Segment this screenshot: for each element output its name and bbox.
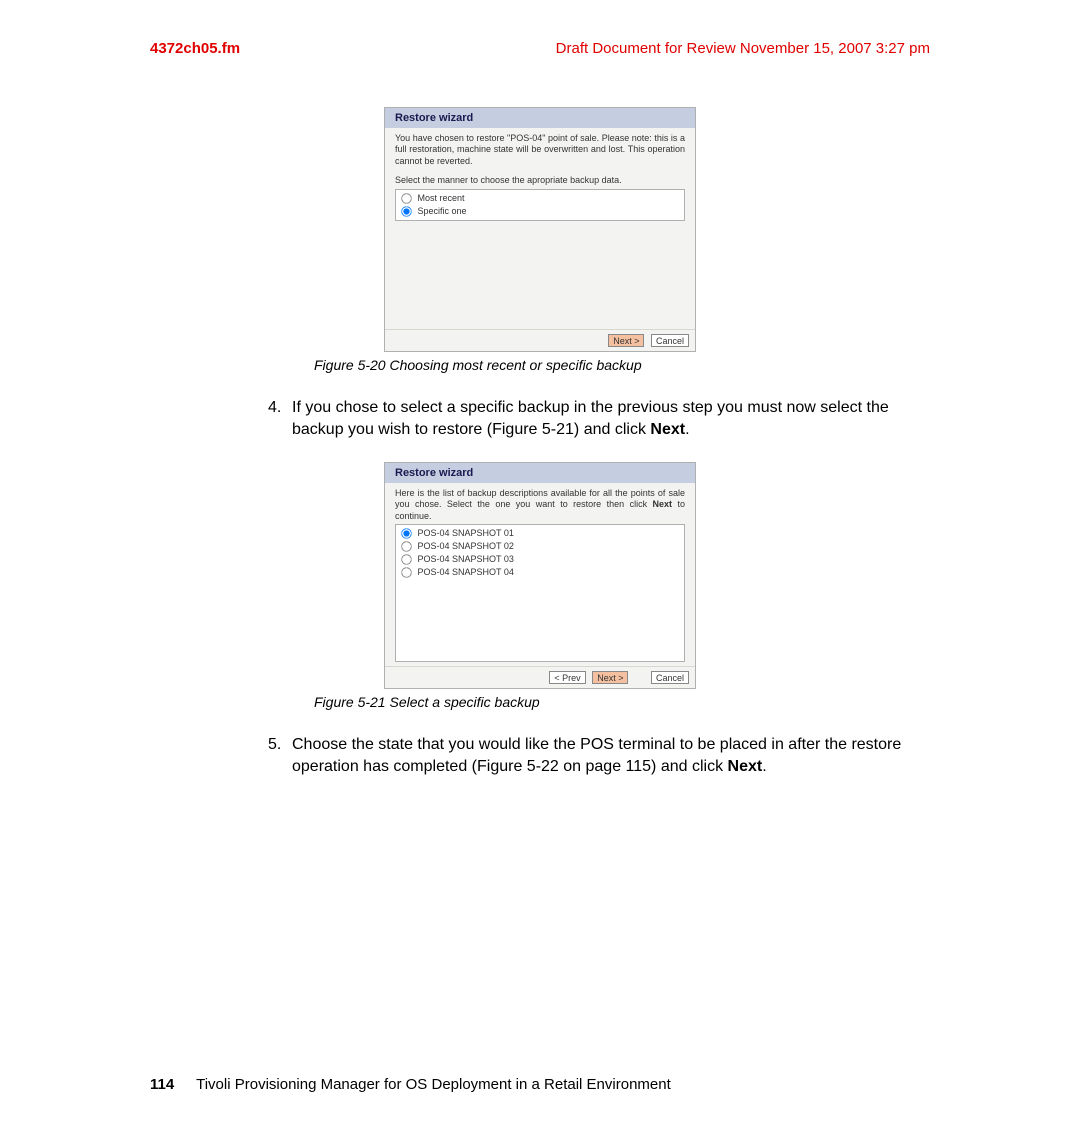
restore-wizard-figure-5-20: Restore wizard You have chosen to restor… bbox=[384, 107, 696, 352]
radio-snapshot-01[interactable] bbox=[401, 528, 411, 538]
snapshot-item[interactable]: POS-04 SNAPSHOT 01 bbox=[400, 527, 680, 540]
step-number: 4. bbox=[268, 397, 292, 440]
snapshot-label: POS-04 SNAPSHOT 02 bbox=[418, 541, 514, 551]
wizard-body: You have chosen to restore "POS-04" poin… bbox=[385, 128, 695, 329]
document-page: 4372ch05.fm Draft Document for Review No… bbox=[0, 0, 1080, 1143]
snapshot-label: POS-04 SNAPSHOT 04 bbox=[418, 567, 514, 577]
step-5: 5. Choose the state that you would like … bbox=[268, 734, 930, 777]
wizard-title: Restore wizard bbox=[385, 463, 695, 483]
radio-label: Specific one bbox=[418, 206, 467, 216]
header-draft-notice: Draft Document for Review November 15, 2… bbox=[556, 40, 930, 57]
radio-snapshot-03[interactable] bbox=[401, 554, 411, 564]
radio-most-recent[interactable]: Most recent bbox=[400, 192, 680, 205]
page-footer: 114 Tivoli Provisioning Manager for OS D… bbox=[150, 1076, 930, 1093]
radio-snapshot-04[interactable] bbox=[401, 567, 411, 577]
snapshot-item[interactable]: POS-04 SNAPSHOT 03 bbox=[400, 553, 680, 566]
wizard-paragraph-2: Select the manner to choose the apropria… bbox=[395, 175, 685, 186]
page-number: 114 bbox=[150, 1076, 174, 1093]
page-header: 4372ch05.fm Draft Document for Review No… bbox=[150, 40, 930, 57]
step-text: Choose the state that you would like the… bbox=[292, 734, 930, 777]
wizard-body: Here is the list of backup descriptions … bbox=[385, 483, 695, 666]
wizard-paragraph-1: You have chosen to restore "POS-04" poin… bbox=[395, 133, 685, 167]
snapshot-label: POS-04 SNAPSHOT 03 bbox=[418, 554, 514, 564]
restore-wizard-figure-5-21: Restore wizard Here is the list of backu… bbox=[384, 462, 696, 689]
cancel-button[interactable]: Cancel bbox=[651, 334, 689, 347]
radio-specific-one[interactable]: Specific one bbox=[400, 205, 680, 218]
snapshot-label: POS-04 SNAPSHOT 01 bbox=[418, 528, 514, 538]
radio-input-most-recent[interactable] bbox=[401, 193, 411, 203]
radio-snapshot-02[interactable] bbox=[401, 541, 411, 551]
step-text: If you chose to select a specific backup… bbox=[292, 397, 930, 440]
book-title: Tivoli Provisioning Manager for OS Deplo… bbox=[196, 1076, 671, 1093]
wizard-backup-list: POS-04 SNAPSHOT 01 POS-04 SNAPSHOT 02 PO… bbox=[395, 524, 685, 662]
step-4: 4. If you chose to select a specific bac… bbox=[268, 397, 930, 440]
wizard-footer: < Prev Next > Cancel bbox=[385, 666, 695, 688]
cancel-button[interactable]: Cancel bbox=[651, 671, 689, 684]
wizard-footer: Next > Cancel bbox=[385, 329, 695, 351]
wizard-option-box: Most recent Specific one bbox=[395, 189, 685, 221]
snapshot-item[interactable]: POS-04 SNAPSHOT 04 bbox=[400, 566, 680, 579]
next-button[interactable]: Next > bbox=[592, 671, 628, 684]
prev-button[interactable]: < Prev bbox=[549, 671, 585, 684]
wizard-title: Restore wizard bbox=[385, 108, 695, 128]
figure-caption-5-21: Figure 5-21 Select a specific backup bbox=[314, 694, 930, 710]
radio-input-specific-one[interactable] bbox=[401, 206, 411, 216]
figure-caption-5-20: Figure 5-20 Choosing most recent or spec… bbox=[314, 357, 930, 373]
header-filename: 4372ch05.fm bbox=[150, 40, 240, 57]
wizard-intro: Here is the list of backup descriptions … bbox=[395, 488, 685, 522]
snapshot-item[interactable]: POS-04 SNAPSHOT 02 bbox=[400, 540, 680, 553]
radio-label: Most recent bbox=[418, 193, 465, 203]
next-button[interactable]: Next > bbox=[608, 334, 644, 347]
step-number: 5. bbox=[268, 734, 292, 777]
